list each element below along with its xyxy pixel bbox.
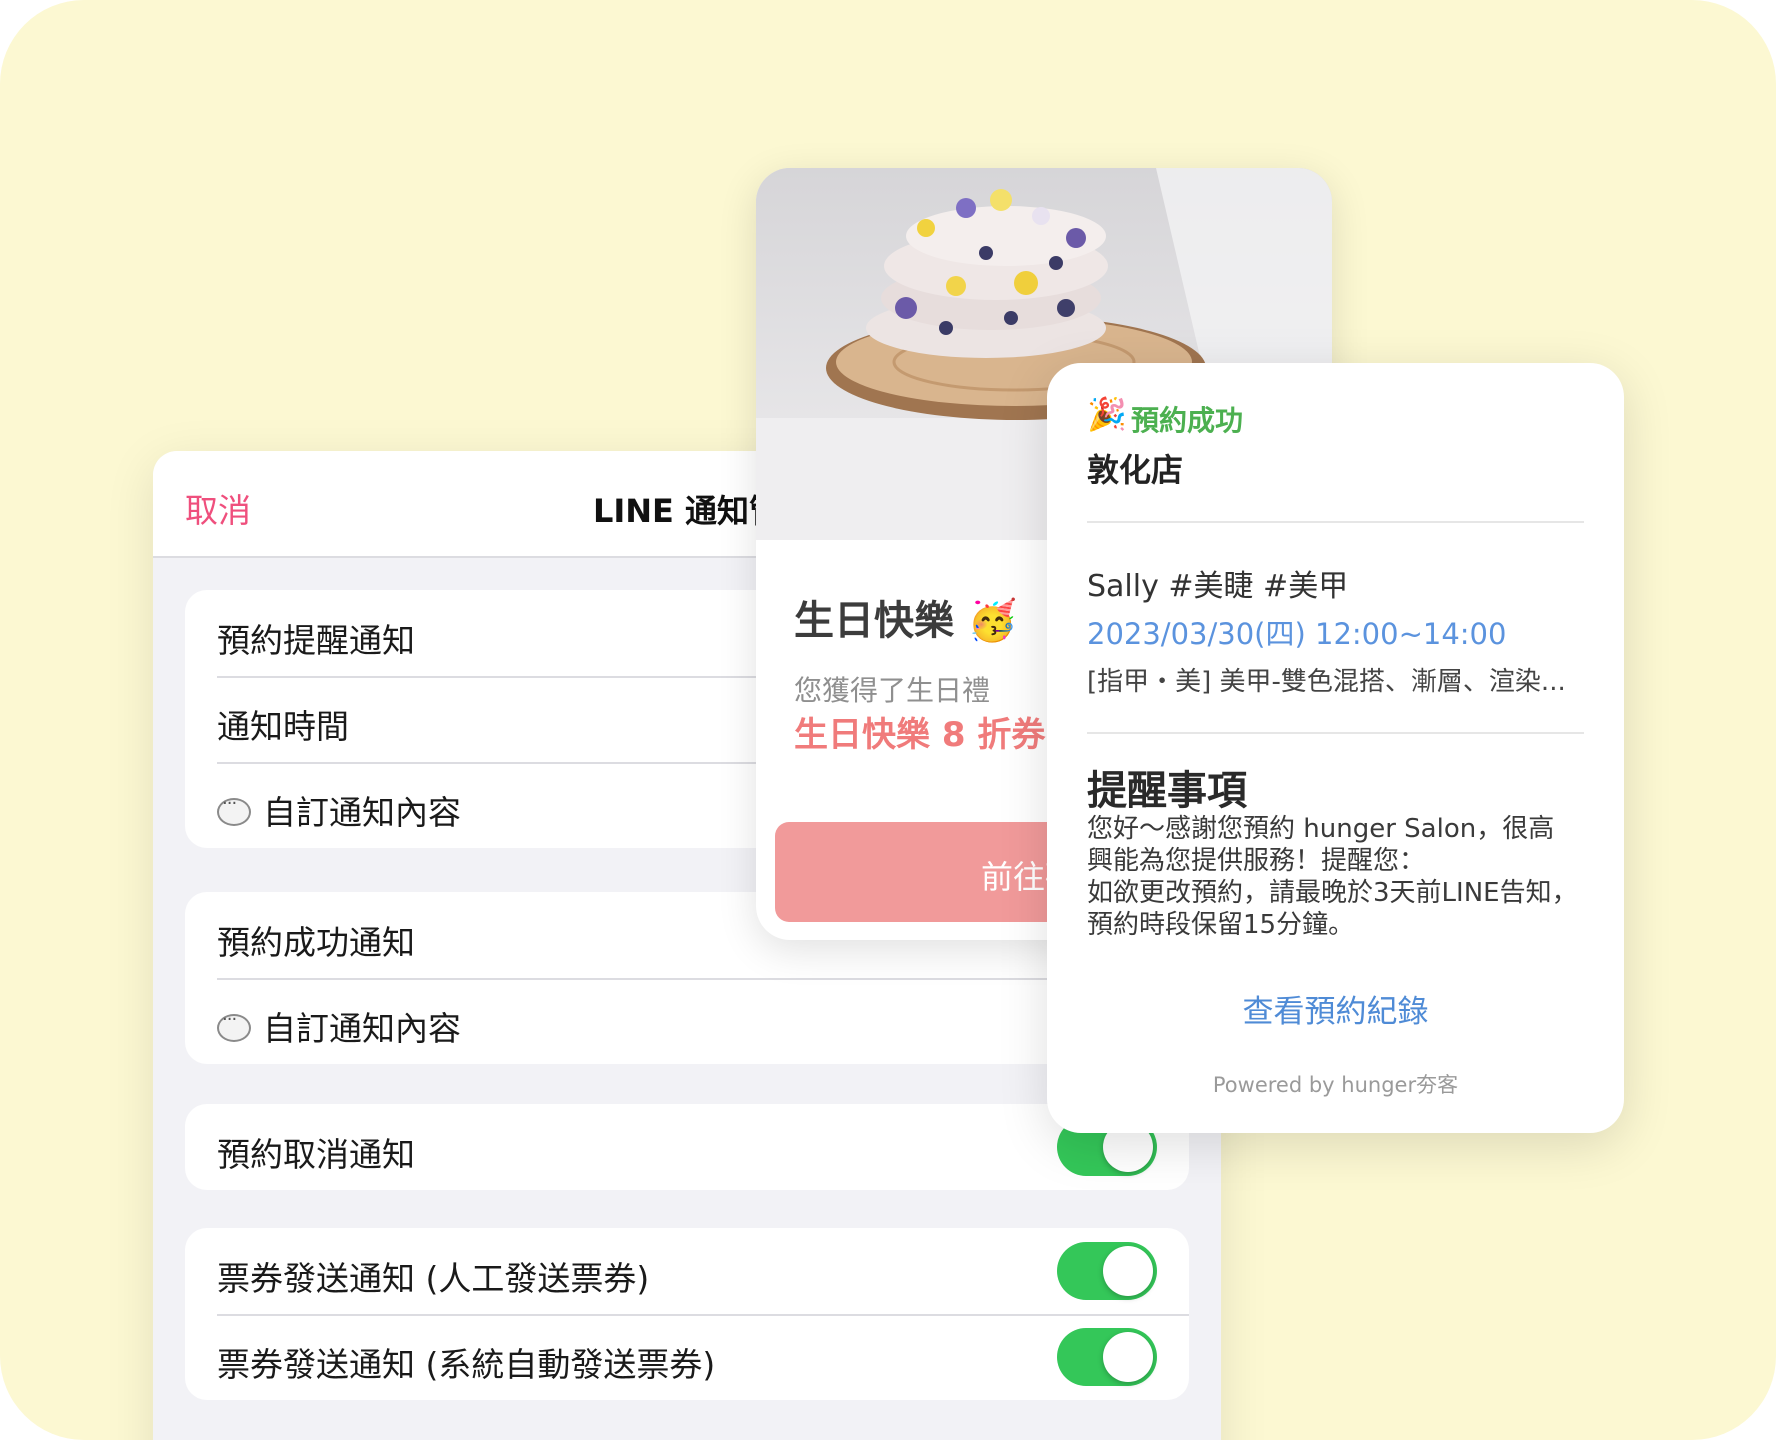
ticket-auto-toggle[interactable] <box>1057 1328 1157 1386</box>
setting-label: 通知時間 <box>217 707 349 746</box>
reminder-notes-body: 您好～感謝您預約 hunger Salon，很高 興能為您提供服務！提醒您： 如… <box>1087 813 1592 941</box>
booking-status: 預約成功 <box>1131 404 1244 437</box>
notes-line: 您好～感謝您預約 hunger Salon，很高 <box>1087 814 1555 844</box>
setting-row-ticket-manual: 票券發送通知 (人工發送票券) <box>185 1228 1189 1314</box>
toggle-knob <box>1103 1332 1153 1382</box>
setting-row-ticket-auto: 票券發送通知 (系統自動發送票券) <box>185 1314 1189 1400</box>
setting-label: 票券發送通知 (系統自動發送票券) <box>217 1345 716 1384</box>
view-booking-history-link[interactable]: 查看預約紀錄 <box>1047 986 1624 1031</box>
page-background: 取消 LINE 通知管 預約提醒通知 通知時間 自訂通知內容 預約成功通知 自訂… <box>0 0 1776 1440</box>
ticket-manual-toggle[interactable] <box>1057 1242 1157 1300</box>
booking-datetime: 2023/03/30(四) 12:00~14:00 <box>1087 617 1507 651</box>
chat-bubble-icon <box>217 793 251 826</box>
setting-label-wrapper: 自訂通知內容 <box>217 1002 461 1050</box>
setting-label: 自訂通知內容 <box>263 793 461 832</box>
birthday-subtitle: 您獲得了生日禮 <box>794 674 991 707</box>
toggle-knob <box>1103 1246 1153 1296</box>
cancel-settings-group: 預約取消通知 <box>185 1104 1189 1190</box>
divider <box>1087 521 1584 523</box>
setting-label: 票券發送通知 (人工發送票券) <box>217 1259 650 1298</box>
setting-label: 預約成功通知 <box>217 923 415 962</box>
booking-success-card: 🎉 預約成功 敦化店 Sally #美睫 #美甲 2023/03/30(四) 1… <box>1047 363 1624 1133</box>
powered-by-label: Powered by hunger夯客 <box>1212 1073 1459 1097</box>
setting-label: 預約提醒通知 <box>217 621 415 660</box>
notes-line: 如欲更改預約，請最晚於3天前LINE告知， <box>1087 878 1578 908</box>
birthday-coupon-name: 生日快樂 8 折券 <box>794 715 1046 755</box>
ticket-settings-group: 票券發送通知 (人工發送票券) 票券發送通知 (系統自動發送票券) <box>185 1228 1189 1400</box>
booked-service: [指甲・美] 美甲-雙色混搭、漸層、渲染... <box>1087 667 1566 697</box>
store-name: 敦化店 <box>1087 451 1184 489</box>
setting-label: 自訂通知內容 <box>263 1009 461 1048</box>
staff-tags: Sally #美睫 #美甲 <box>1087 569 1349 604</box>
notes-line: 興能為您提供服務！提醒您： <box>1087 846 1426 876</box>
birthday-title: 生日快樂 🥳 <box>794 598 1018 644</box>
setting-label-wrapper: 自訂通知內容 <box>217 786 461 834</box>
setting-row-custom-content[interactable]: 自訂通知內容 <box>185 978 1189 1064</box>
notes-line: 預約時段保留15分鐘。 <box>1087 910 1355 940</box>
party-popper-icon: 🎉 <box>1087 395 1127 433</box>
setting-row-cancel-notification: 預約取消通知 <box>185 1104 1189 1190</box>
reminder-notes-title: 提醒事項 <box>1087 768 1247 814</box>
divider <box>1087 732 1584 734</box>
setting-label: 預約取消通知 <box>217 1135 415 1174</box>
chat-bubble-icon <box>217 1009 251 1042</box>
